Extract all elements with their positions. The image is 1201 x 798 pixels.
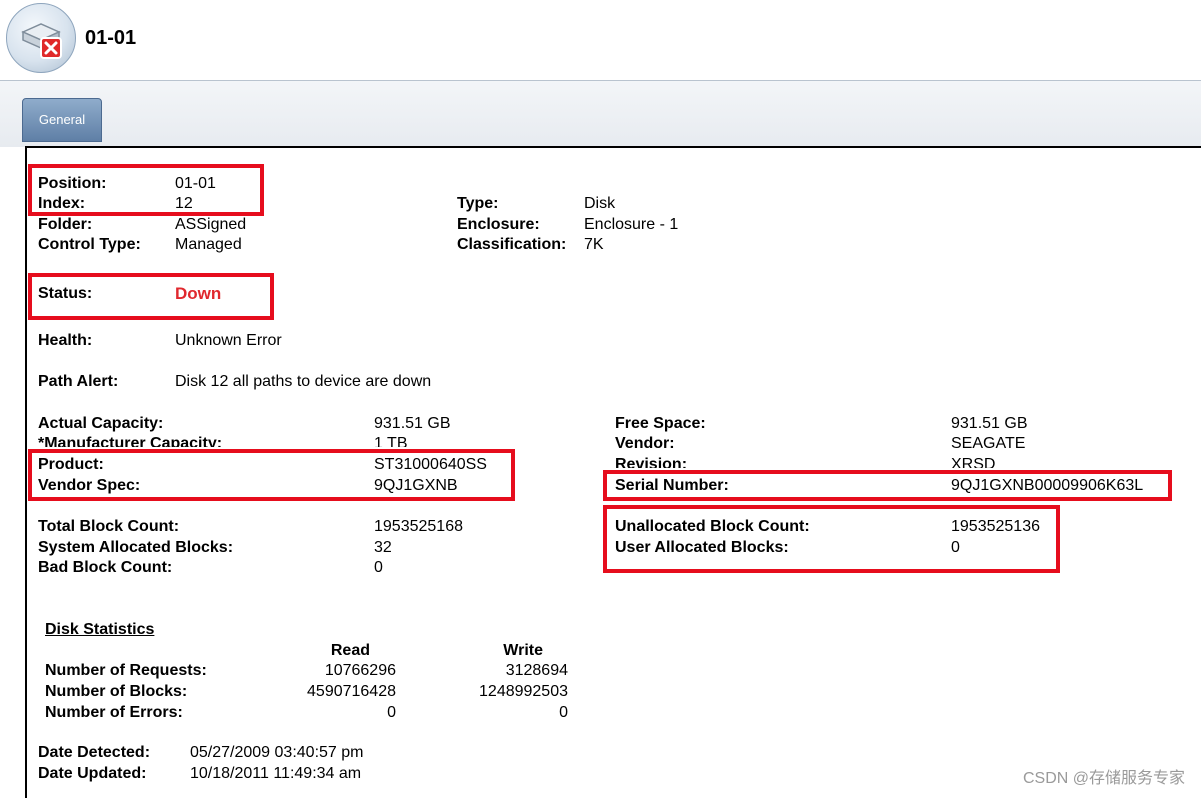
manufacturer-capacity-label: *Manufacturer Capacity: [38, 435, 223, 447]
stat-row-label: Number of Requests: [45, 662, 207, 679]
classification-value: 7K [584, 236, 604, 253]
stat-write-value: 0 [559, 704, 568, 721]
disk-error-icon [6, 3, 76, 73]
date-detected-label: Date Detected: [38, 744, 151, 761]
free-space-value: 931.51 GB [951, 415, 1028, 432]
health-value: Unknown Error [175, 332, 282, 349]
write-column-header: Write [503, 642, 543, 659]
stat-read-value: 0 [387, 704, 396, 721]
enclosure-label: Enclosure: [457, 216, 540, 233]
page-title: 01-01 [85, 27, 137, 49]
system-allocated-blocks-value: 32 [374, 539, 392, 556]
system-allocated-blocks-label: System Allocated Blocks: [38, 539, 234, 556]
bad-block-count-value: 0 [374, 559, 383, 576]
manufacturer-capacity-value: 1 TB [374, 435, 408, 447]
tab-bar [0, 81, 1201, 147]
watermark: CSDN @存储服务专家 [1022, 770, 1185, 787]
vendor-label: Vendor: [615, 435, 675, 452]
revision-label: Revision: [615, 456, 688, 468]
date-updated-label: Date Updated: [38, 765, 147, 782]
stat-write-value: 3128694 [505, 662, 568, 679]
stat-row-label: Number of Blocks: [45, 683, 188, 700]
date-detected-value: 05/27/2009 03:40:57 pm [190, 744, 364, 761]
stat-read-value: 10766296 [324, 662, 396, 679]
header: 01-01 [0, 0, 1201, 81]
highlight-box [603, 505, 1060, 573]
folder-label: Folder: [38, 216, 93, 233]
type-label: Type: [457, 195, 499, 212]
highlight-box [603, 470, 1172, 501]
read-column-header: Read [330, 642, 370, 659]
type-value: Disk [584, 195, 616, 212]
highlight-box [28, 273, 274, 320]
total-block-count-label: Total Block Count: [38, 518, 180, 535]
control-type-value: Managed [175, 236, 242, 253]
enclosure-value: Enclosure - 1 [584, 216, 679, 233]
actual-capacity-value: 931.51 GB [374, 415, 451, 432]
total-block-count-value: 1953525168 [374, 518, 463, 535]
date-updated-value: 10/18/2011 11:49:34 am [190, 765, 362, 782]
stat-read-value: 4590716428 [307, 683, 396, 700]
stat-row-label: Number of Errors: [45, 704, 183, 721]
highlight-box [28, 449, 515, 501]
classification-label: Classification: [457, 236, 567, 253]
disk-statistics-title: Disk Statistics [45, 621, 155, 638]
path-alert-value: Disk 12 all paths to device are down [175, 373, 432, 390]
tab-general[interactable]: General [22, 98, 102, 142]
path-alert-label: Path Alert: [38, 373, 119, 390]
actual-capacity-label: Actual Capacity: [38, 415, 164, 432]
health-label: Health: [38, 332, 93, 349]
folder-value: ASSigned [175, 216, 247, 233]
free-space-label: Free Space: [615, 415, 706, 432]
bad-block-count-label: Bad Block Count: [38, 559, 173, 576]
revision-value: XRSD [951, 456, 996, 468]
highlight-box [28, 164, 264, 216]
vendor-value: SEAGATE [951, 435, 1026, 452]
control-type-label: Control Type: [38, 236, 141, 253]
stat-write-value: 1248992503 [479, 683, 568, 700]
